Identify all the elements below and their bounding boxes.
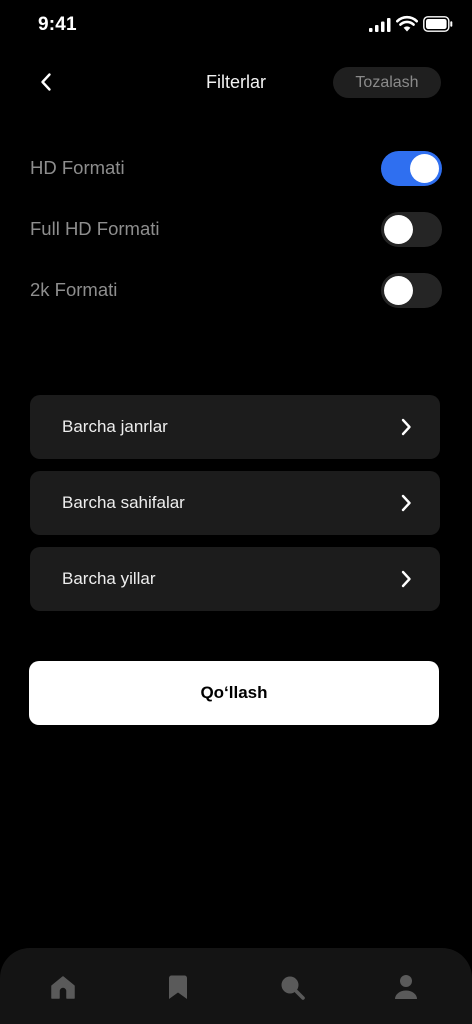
tab-home[interactable] [48,972,78,1002]
toggle-knob [410,154,439,183]
toggle-knob [384,215,413,244]
chevron-right-icon [401,418,411,436]
profile-icon [395,975,417,999]
tab-search[interactable] [277,972,307,1002]
cellular-signal-icon [369,18,391,32]
tab-profile[interactable] [391,972,421,1002]
status-bar: 9:41 [0,0,472,50]
tab-bookmarks[interactable] [163,972,193,1002]
pages-filter-item[interactable]: Barcha sahifalar [30,471,440,535]
tab-bar [0,948,472,1024]
list-item-label: Barcha yillar [62,569,156,588]
2k-format-toggle[interactable] [381,273,442,308]
list-item-label: Barcha sahifalar [62,493,185,512]
reset-button[interactable]: Tozalash [333,67,441,98]
chevron-right-icon [401,570,411,588]
toggle-label: HD Formati [30,157,125,178]
chevron-right-icon [401,494,411,512]
apply-button[interactable]: Qo‘llash [29,661,439,725]
wifi-icon [396,16,418,32]
toggle-label: 2k Formati [30,279,118,300]
toggle-row-hd: HD Formati [30,148,442,188]
full-hd-format-toggle[interactable] [381,212,442,247]
toggle-label: Full HD Formati [30,218,160,239]
toggle-row-full-hd: Full HD Formati [30,209,442,249]
years-filter-item[interactable]: Barcha yillar [30,547,440,611]
home-icon [51,976,75,999]
toggle-knob [384,276,413,305]
genres-filter-item[interactable]: Barcha janrlar [30,395,440,459]
toggle-row-2k: 2k Formati [30,270,442,310]
status-time: 9:41 [38,14,77,35]
hd-format-toggle[interactable] [381,151,442,186]
bookmark-icon [169,975,187,999]
battery-icon [423,16,453,32]
search-icon [281,976,305,1000]
list-item-label: Barcha janrlar [62,417,168,436]
